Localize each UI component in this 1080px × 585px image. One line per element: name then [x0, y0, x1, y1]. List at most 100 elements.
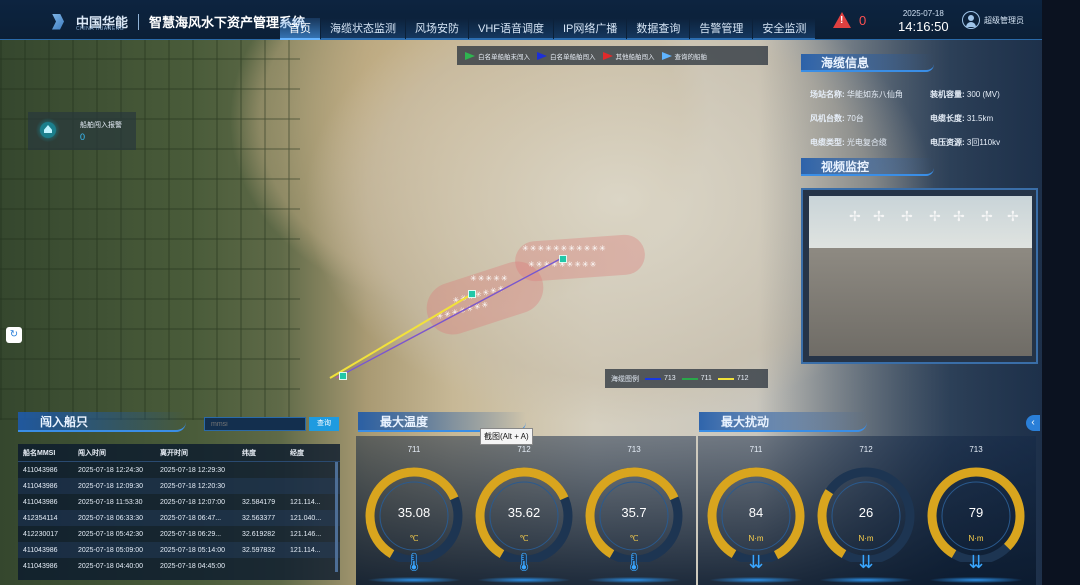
legend-item: 查询的船舶	[661, 51, 708, 61]
nav-home[interactable]: 首页	[280, 18, 320, 40]
table-cell: 412230017	[23, 530, 59, 538]
table-row[interactable]: 412354114 2025-07-18 06:33:30 2025-07-18 0…	[18, 510, 340, 526]
table-cell: 2025-07-18 06:33:30	[78, 514, 143, 522]
table-cell: 32.563377	[242, 514, 276, 522]
nav-safety-monitor[interactable]: 安全监测	[753, 18, 816, 40]
cable-info-panel: 场站名称: 华能如东八仙角 装机容量: 300 (MV) 风机台数: 70台 电…	[810, 89, 1035, 161]
info-value: 70台	[846, 114, 864, 123]
table-row[interactable]: 412230017 2025-07-18 05:42:30 2025-07-18 0…	[18, 526, 340, 542]
clock: 2025-07-18 14:16:50	[898, 9, 949, 34]
warning-icon[interactable]	[833, 12, 851, 28]
info-cell: 电缆长度: 31.5km	[930, 113, 1030, 124]
table-cell: 411043986	[23, 466, 58, 474]
ship-alarm-icon	[36, 118, 60, 142]
table-cell: 2025-07-18 12:24:30	[78, 466, 143, 474]
flag-icon	[602, 51, 613, 60]
logo-subtext: CHINA HUANENG	[76, 26, 125, 32]
substation-node[interactable]	[468, 290, 476, 298]
nav-farm-security[interactable]: 风场安防	[406, 18, 468, 40]
info-value: 300 (MV)	[966, 90, 1000, 99]
wave-icon: ⇊	[968, 552, 984, 572]
col-header[interactable]: 船名MMSI	[18, 448, 78, 458]
info-cell: 场站名称: 华能如东八仙角	[810, 89, 930, 100]
table-cell: 411043986	[23, 562, 58, 570]
legend-label: 其他船舶闯入	[615, 53, 655, 61]
nav-ip-broadcast[interactable]: IP网络广播	[554, 18, 627, 40]
info-row: 风机台数: 70台 电缆长度: 31.5km	[810, 113, 1035, 124]
user-menu[interactable]: 超级管理员	[962, 11, 1024, 29]
gauge-base	[478, 577, 570, 583]
onshore-station-node[interactable]	[339, 372, 347, 380]
info-row: 电缆类型: 光电复合缆 电压资源: 3回110kv	[810, 137, 1035, 148]
map-refresh-button[interactable]: ↻	[6, 327, 22, 343]
user-name: 超级管理员	[984, 15, 1024, 25]
table-cell: 2025-07-18 06:47...	[160, 514, 222, 522]
gauge-base	[368, 577, 460, 583]
nav-alarm-management[interactable]: 告警管理	[690, 18, 753, 40]
table-row[interactable]: 411043986 2025-07-18 05:09:00 2025-07-18 0…	[18, 542, 340, 558]
gauge-value: 35.62	[507, 505, 541, 520]
cable-info-title: 海缆信息	[801, 54, 934, 72]
wave-icon: ⇊	[858, 552, 874, 572]
col-header[interactable]: 闯入时间	[78, 448, 160, 458]
substation-node[interactable]	[559, 255, 567, 263]
col-header[interactable]: 离开时间	[160, 448, 242, 458]
flag-icon	[661, 51, 672, 60]
mmsi-search-input[interactable]	[204, 417, 306, 431]
screenshot-tooltip: 截图(Alt + A)	[480, 428, 533, 445]
turbine-icon: ✢	[1007, 208, 1019, 224]
top-header: 中国华能 CHINA HUANENG 智慧海风水下资产管理系统 首页 海缆状态监…	[0, 0, 1042, 40]
table-cell: 121.146...	[290, 530, 322, 538]
alarm-indicator[interactable]: 0	[833, 12, 866, 28]
intrusion-alarm-card[interactable]: 船舶闯入报警 0	[28, 112, 136, 150]
table-scrollbar[interactable]	[335, 462, 338, 572]
table-row[interactable]: 411043986 2025-07-18 04:40:00 2025-07-18 0…	[18, 558, 340, 574]
table-cell: 121.040...	[290, 514, 322, 522]
nav-data-query[interactable]: 数据查询	[627, 18, 690, 40]
cable-legend-label: 711	[700, 375, 712, 382]
legend-label: 查询的船舶	[674, 53, 708, 61]
info-cell: 装机容量: 300 (MV)	[930, 89, 1030, 100]
flag-icon	[465, 51, 475, 60]
info-value: 31.5km	[966, 114, 994, 123]
nav-vhf-dispatch[interactable]: VHF语音调度	[469, 18, 553, 40]
collapse-panel-button[interactable]: ‹	[1026, 415, 1040, 431]
gauge-value: 35.08	[397, 505, 431, 520]
gauge-unit: N·m	[968, 534, 984, 543]
table-cell: 411043986	[23, 546, 58, 554]
info-key: 风机台数:	[810, 114, 845, 123]
gauge-value: 35.7	[621, 505, 647, 520]
user-avatar-icon[interactable]	[962, 11, 980, 29]
cable-legend-title: 海缆图例	[611, 375, 639, 383]
table-cell: 2025-07-18 04:40:00	[78, 562, 143, 570]
turbine-icon: ✢	[873, 208, 885, 224]
max-strain-title: 最大扰动	[699, 412, 867, 432]
table-cell: 2025-07-18 05:14:00	[160, 546, 225, 554]
col-header[interactable]: 经度	[290, 448, 334, 458]
table-cell: 411043986	[23, 482, 58, 490]
line-swatch	[681, 377, 698, 380]
info-value: 光电复合缆	[846, 138, 887, 147]
gauge-unit: ℃	[519, 534, 529, 543]
video-feed[interactable]: ✢ ✢ ✢ ✢ ✢ ✢ ✢	[801, 188, 1038, 364]
current-date: 2025-07-18	[902, 9, 944, 18]
table-header: 船名MMSI 闯入时间 离开时间 纬度 经度	[18, 444, 340, 462]
legend-item: 白名单船舶闯入	[537, 51, 596, 61]
table-row[interactable]: 411043986 2025-07-18 12:09:30 2025-07-18 1…	[18, 478, 340, 494]
turbine-icon: ✢	[929, 208, 941, 224]
table-row[interactable]: 411043986 2025-07-18 12:24:30 2025-07-18 1…	[18, 462, 340, 478]
logo-divider	[138, 13, 140, 30]
current-time: 14:16:50	[898, 19, 949, 34]
thermometer-icon: 🌡	[402, 552, 426, 572]
gauge-base	[588, 577, 680, 583]
table-row[interactable]: 411043986 2025-07-18 11:53:30 2025-07-18 1…	[18, 494, 340, 510]
info-key: 场站名称:	[810, 90, 845, 99]
col-header[interactable]: 纬度	[242, 448, 290, 458]
video-sky	[809, 196, 1032, 248]
nav-cable-monitor[interactable]: 海缆状态监测	[321, 18, 405, 40]
search-button[interactable]: 查询	[309, 417, 339, 431]
app-root: ✳✳✳✳✳✳✳✳✳✳✳ ✳✳✳✳✳✳✳✳✳ ✳✳✳✳✳ ✳✳✳✳✳✳✳ ✳✳✳✳…	[0, 0, 1080, 585]
table-cell: 2025-07-18 11:53:30	[78, 498, 143, 506]
alarm-count: 0	[859, 12, 867, 28]
gauge-value: 84	[748, 505, 764, 520]
